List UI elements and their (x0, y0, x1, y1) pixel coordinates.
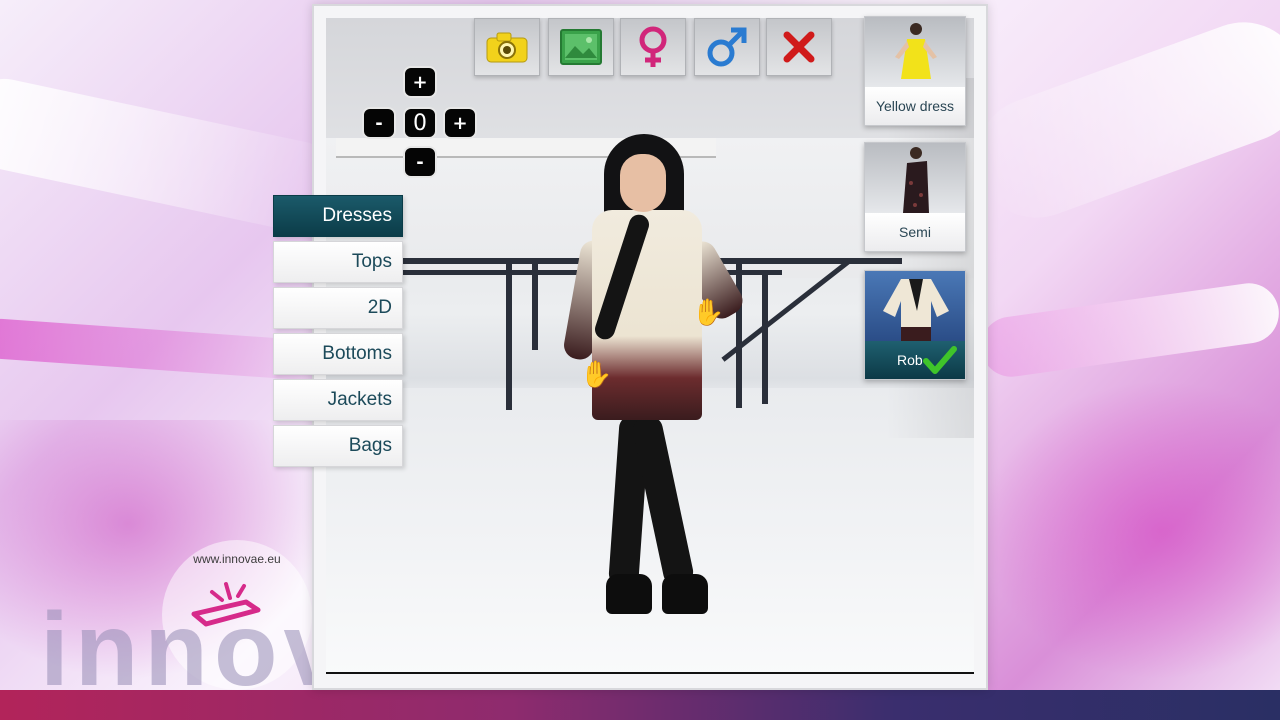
camera-icon (486, 32, 528, 63)
gallery-button[interactable] (548, 18, 614, 76)
boot (606, 574, 652, 614)
image-icon (560, 29, 602, 65)
male-avatar-button[interactable] (694, 18, 760, 76)
male-symbol-icon (707, 27, 747, 67)
hand-cursor-right-icon: ✋ (692, 298, 725, 328)
category-tab-2d[interactable]: 2D (273, 287, 403, 329)
boot (662, 574, 708, 614)
railing-post (762, 274, 768, 404)
zoom-up-button[interactable]: + (403, 66, 437, 98)
category-tab-bags[interactable]: Bags (273, 425, 403, 467)
product-label: Yellow dress (865, 87, 965, 125)
background-streak (959, 5, 1280, 235)
face (620, 154, 666, 212)
female-avatar-button[interactable] (620, 18, 686, 76)
zoom-value: 0 (403, 107, 437, 139)
product-thumbnail-yellow-dress[interactable]: Yellow dress (864, 16, 966, 126)
product-image (865, 271, 965, 343)
product-thumbnail-rob[interactable]: Rob (864, 270, 966, 380)
brand-url: www.innovae.eu (193, 552, 281, 566)
zoom-down-button[interactable]: - (403, 146, 437, 178)
person-avatar: ✋ ✋ (561, 130, 748, 620)
category-tab-tops[interactable]: Tops (273, 241, 403, 283)
product-image (865, 17, 965, 89)
wall-shadow (886, 78, 974, 438)
railing-post (532, 260, 538, 350)
background-streak (977, 279, 1280, 381)
robe-image (883, 279, 949, 341)
category-tab-bottoms[interactable]: Bottoms (273, 333, 403, 375)
hand-cursor-left-icon: ✋ (580, 360, 613, 390)
railing-post (506, 260, 512, 410)
close-button[interactable] (766, 18, 832, 76)
zoom-plus-button[interactable]: + (443, 107, 477, 139)
selected-check-icon (923, 346, 957, 374)
frame-baseline (326, 672, 974, 674)
camera-button[interactable] (474, 18, 540, 76)
background-glow (980, 380, 1280, 680)
close-icon (783, 31, 815, 63)
product-thumbnail-semi[interactable]: Semi (864, 142, 966, 252)
zoom-minus-button[interactable]: - (362, 107, 396, 139)
category-tab-jackets[interactable]: Jackets (273, 379, 403, 421)
dress-image (895, 23, 937, 79)
dress-image (903, 147, 929, 213)
category-tab-dresses[interactable]: Dresses (273, 195, 403, 237)
product-label: Semi (865, 213, 965, 251)
product-image (865, 143, 965, 215)
female-symbol-icon (639, 26, 667, 67)
